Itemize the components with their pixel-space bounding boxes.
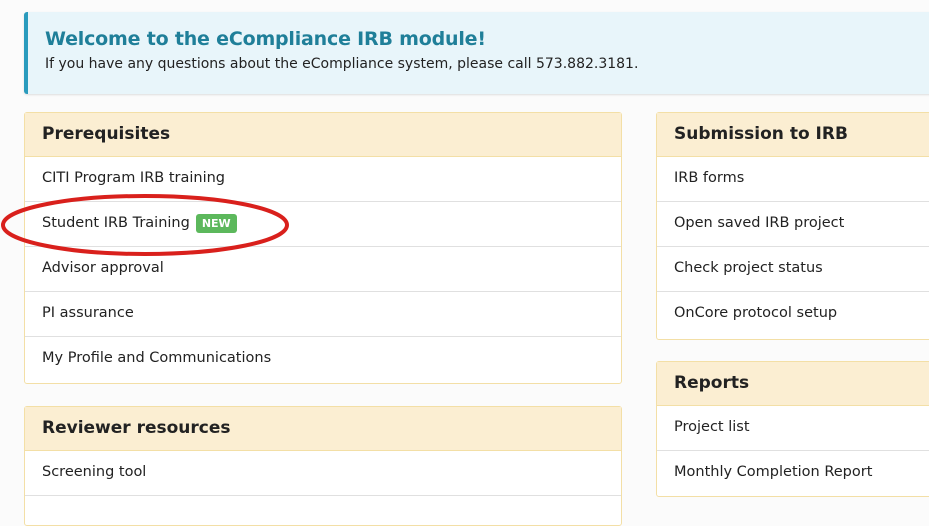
item-label: Monthly Completion Report — [674, 464, 873, 480]
item-label: CITI Program IRB training — [42, 170, 226, 186]
item-label: Check project status — [674, 260, 823, 276]
item-label: My Profile and Communications — [42, 350, 272, 366]
item-label: PI assurance — [42, 305, 134, 321]
item-label: Project list — [674, 419, 750, 435]
link-check-project-status[interactable]: Check project status — [657, 247, 929, 292]
submission-panel: Submission to IRB IRB forms Open saved I… — [656, 112, 929, 340]
prerequisites-header: Prerequisites — [25, 113, 621, 157]
welcome-message: If you have any questions about the eCom… — [45, 56, 639, 72]
new-badge: NEW — [195, 214, 237, 233]
welcome-banner: Welcome to the eCompliance IRB module! I… — [24, 12, 929, 94]
link-oncore-setup[interactable]: OnCore protocol setup — [657, 292, 929, 337]
link-pi-assurance[interactable]: PI assurance — [25, 292, 621, 337]
prerequisites-panel: Prerequisites CITI Program IRB training … — [24, 112, 622, 384]
reports-panel: Reports Project list Monthly Completion … — [656, 361, 929, 497]
link-advisor-approval[interactable]: Advisor approval — [25, 247, 621, 292]
item-label: Screening tool — [42, 464, 147, 480]
reviewer-resources-header: Reviewer resources — [25, 407, 621, 451]
item-label: OnCore protocol setup — [674, 305, 838, 321]
item-label: IRB forms — [674, 170, 745, 186]
welcome-title: Welcome to the eCompliance IRB module! — [45, 28, 486, 50]
link-screening-tool[interactable]: Screening tool — [25, 451, 621, 496]
link-open-saved-project[interactable]: Open saved IRB project — [657, 202, 929, 247]
item-label: Advisor approval — [42, 260, 164, 276]
link-citi-training[interactable]: CITI Program IRB training — [25, 157, 621, 202]
link-irb-forms[interactable]: IRB forms — [657, 157, 929, 202]
link-monthly-completion-report[interactable]: Monthly Completion Report — [657, 451, 929, 496]
reports-header: Reports — [657, 362, 929, 406]
item-label: Open saved IRB project — [674, 215, 845, 231]
item-label: Student IRB Training — [42, 215, 190, 231]
link-my-profile[interactable]: My Profile and Communications — [25, 337, 621, 382]
link-student-irb-training[interactable]: Student IRB Training NEW — [25, 202, 621, 247]
reviewer-resources-panel: Reviewer resources Screening tool — [24, 406, 622, 526]
submission-header: Submission to IRB — [657, 113, 929, 157]
link-project-list[interactable]: Project list — [657, 406, 929, 451]
